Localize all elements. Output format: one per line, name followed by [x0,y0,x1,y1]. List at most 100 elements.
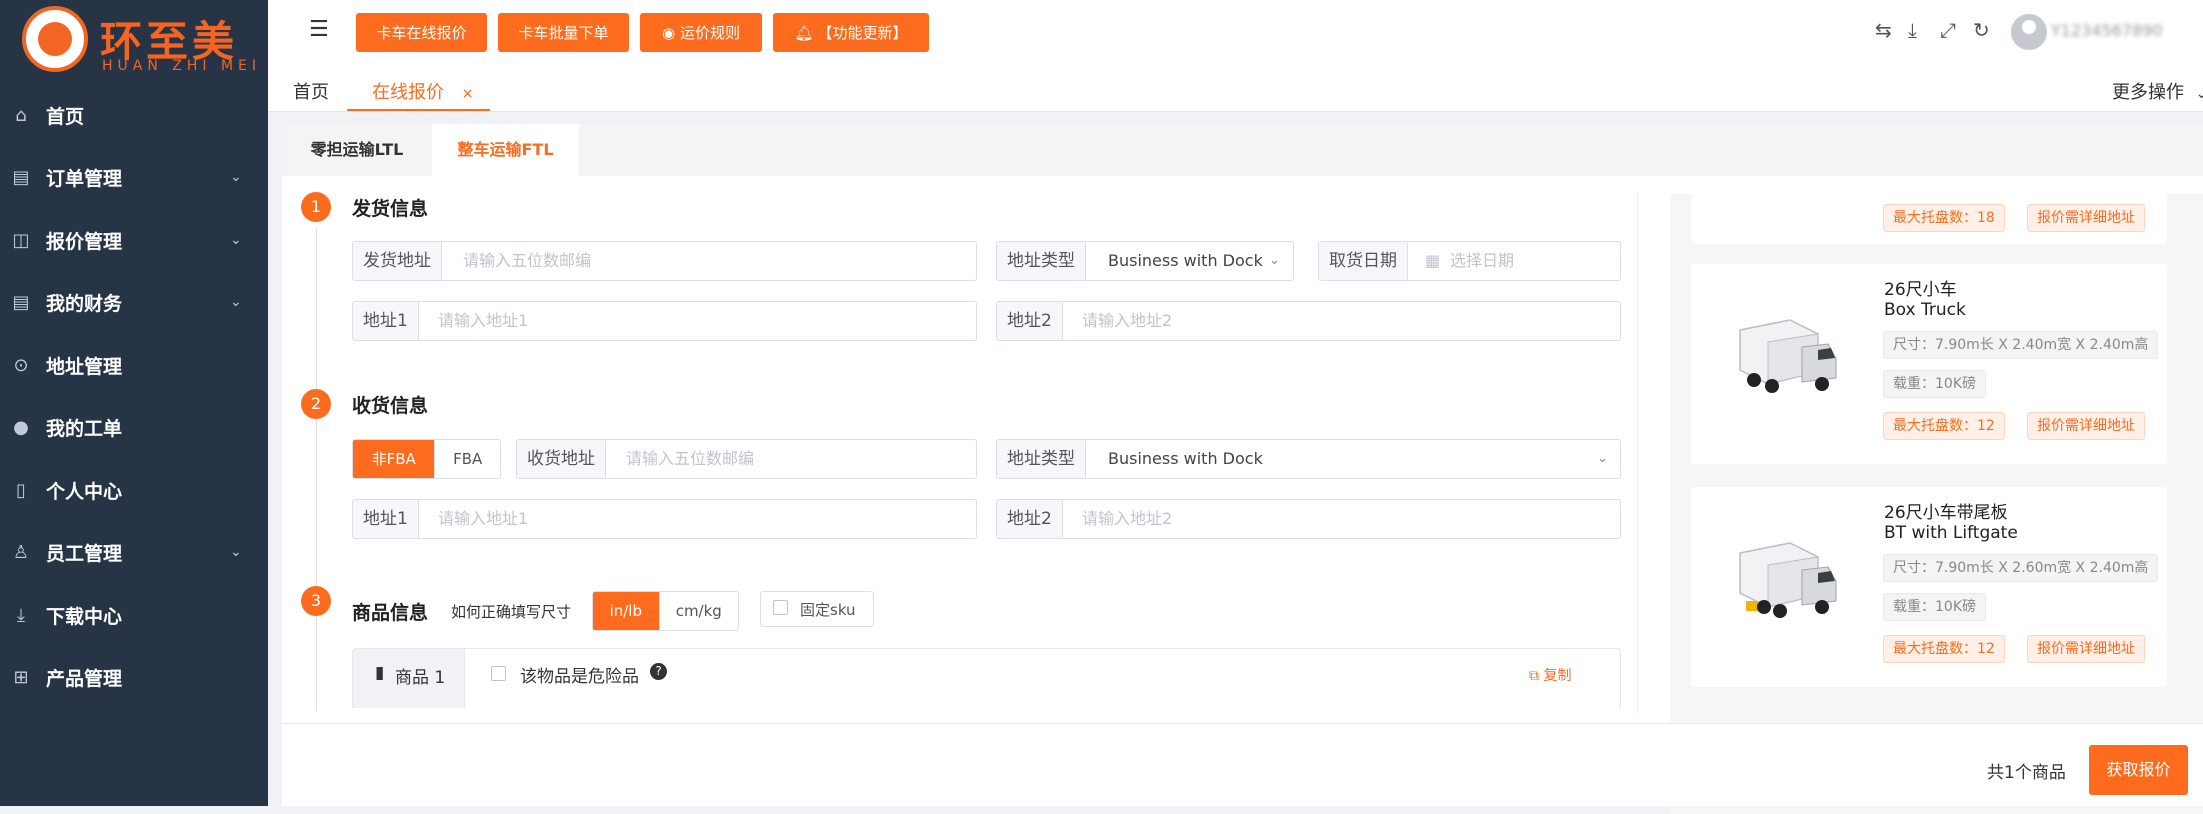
eye-icon: ◉ [661,23,676,42]
home-icon: ⌂ [15,104,27,126]
truck-online-quote-button[interactable]: 卡车在线报价 [356,13,487,52]
tab-online-quote-label: 在线报价 [372,82,444,103]
detail-address-tag: 报价需详细地址 [2027,635,2145,663]
truck-card[interactable]: 最大托盘数：18 报价需详细地址 [1691,194,2167,244]
recv-address2-field[interactable]: 地址2 请输入地址2 [996,499,1621,539]
sidebar-item-address[interactable]: ⊙ 地址管理 [0,335,268,395]
dangerous-goods-checkbox[interactable] [491,666,506,681]
step-connector [316,622,317,712]
sidebar-item-profile[interactable]: ▯ 个人中心 [0,460,268,520]
fullscreen-icon[interactable]: ⤢ [1940,18,1956,42]
step-number: 2 [301,389,331,419]
book-icon: ◫ [12,229,30,251]
truck-card[interactable]: 26尺小车 Box Truck 尺寸：7.90m长 X 2.40m宽 X 2.4… [1691,264,2167,464]
recv-address-type-select[interactable]: 地址类型 Business with Dock ⌄ [996,439,1621,479]
tab-home[interactable]: 首页 [293,78,329,104]
ship-address-type-select[interactable]: 地址类型 Business with Dock ⌄ [996,241,1294,281]
translate-icon[interactable]: ⇆ [1875,18,1892,42]
unit-cm-kg[interactable]: cm/kg [658,592,738,630]
sidebar-item-downloads[interactable]: ⤓ 下载中心 [0,585,268,645]
recv-zip-field[interactable]: 收货地址 请输入五位数邮编 [516,439,977,479]
ship-address2-input[interactable]: 请输入地址2 [1082,302,1172,340]
select-value: Business with Dock [1108,251,1263,270]
fixed-sku-label: 固定sku [800,601,856,619]
active-tab-indicator [347,109,490,111]
pickup-date-field[interactable]: 取货日期 ▦ 选择日期 [1318,241,1621,281]
freight-rules-label: 运价规则 [680,24,741,42]
recv-address1-input[interactable]: 请输入地址1 [438,500,528,538]
section-title-goods: 商品信息 [352,602,429,624]
max-pallets-tag: 最大托盘数：12 [1883,635,2005,663]
chevron-down-icon: ⌄ [1597,451,1608,466]
truck-size-tag: 尺寸：7.90m长 X 2.40m宽 X 2.40m高 [1883,331,2159,359]
sidebar-item-tickets[interactable]: ● 我的工单 [0,397,268,457]
fba-option[interactable]: FBA [434,440,500,478]
fba-toggle[interactable]: 非FBA FBA [352,439,501,479]
chevron-down-icon: ⌄ [230,544,242,560]
truck-name-cn: 26尺小车带尾板 [1884,503,2008,523]
max-pallets-tag: 最大托盘数：12 [1883,412,2005,440]
product-icon: ⊞ [13,666,29,688]
field-label: 收货地址 [517,440,606,478]
tab-online-quote[interactable]: 在线报价 × [372,78,473,104]
unit-toggle[interactable]: in/lb cm/kg [592,591,739,631]
hamburger-icon[interactable]: ☰ [309,19,329,41]
box-truck-image [1739,319,1837,393]
sidebar-item-label: 订单管理 [46,167,123,190]
feature-update-button[interactable]: 🔔︎ 【功能更新】 [773,13,929,52]
truck-card[interactable]: 26尺小车带尾板 BT with Liftgate 尺寸：7.90m长 X 2.… [1691,487,2167,687]
refresh-icon[interactable]: ↻ [1973,18,1990,42]
location-icon: ⊙ [13,354,29,376]
max-pallets-tag: 最大托盘数：18 [1883,204,2005,232]
download-icon[interactable]: ⤓ [1908,18,1917,42]
ship-address1-field[interactable]: 地址1 请输入地址1 [352,301,977,341]
ship-address1-input[interactable]: 请输入地址1 [438,302,528,340]
field-label: 发货地址 [353,242,442,280]
brand-logo[interactable]: 环至美 HUAN ZHI MEI [22,6,256,76]
sidebar-item-staff[interactable]: ♙ 员工管理 ⌄ [0,522,268,582]
sidebar-item-finance[interactable]: ▤ 我的财务 ⌄ [0,272,268,332]
detail-address-tag: 报价需详细地址 [2027,412,2145,440]
pickup-date-input[interactable]: 选择日期 [1450,242,1514,280]
download-icon: ⤓ [17,604,25,626]
recv-address1-field[interactable]: 地址1 请输入地址1 [352,499,977,539]
ship-zip-field[interactable]: 发货地址 请输入五位数邮编 [352,241,977,281]
username[interactable]: Y1234567890 [2051,21,2163,40]
page-tabs: 首页 在线报价 × 更多操作 ⌄ [268,66,2203,112]
sidebar-item-orders[interactable]: ▤ 订单管理 ⌄ [0,147,268,207]
sidebar-item-quotes[interactable]: ◫ 报价管理 ⌄ [0,210,268,270]
sidebar-item-label: 个人中心 [46,480,123,503]
recv-zip-input[interactable]: 请输入五位数邮编 [626,440,754,478]
dimension-help-link[interactable]: 如何正确填写尺寸 [451,601,571,622]
fixed-sku-checkbox[interactable]: 固定sku [760,591,874,627]
help-icon[interactable]: ? [650,663,667,680]
checkbox[interactable] [773,600,788,615]
tab-ltl[interactable]: 零担运输LTL [282,124,432,176]
select-value: Business with Dock [1108,449,1263,468]
freight-rules-button[interactable]: ◉ 运价规则 [640,13,762,52]
footer-bar [282,724,2203,806]
recv-address2-input[interactable]: 请输入地址2 [1082,500,1172,538]
sidebar-item-home[interactable]: ⌂ 首页 [0,85,268,145]
more-actions-dropdown[interactable]: 更多操作 ⌄ [2112,78,2203,104]
feature-update-label: 【功能更新】 [817,24,908,42]
field-label: 地址1 [353,302,419,340]
field-label: 地址类型 [997,242,1086,280]
calendar-icon: ▦ [1425,251,1441,270]
truck-load-tag: 载重：10K磅 [1883,370,1986,398]
get-quote-button[interactable]: 获取报价 [2089,745,2188,795]
sidebar-item-products[interactable]: ⊞ 产品管理 [0,647,268,707]
ship-address2-field[interactable]: 地址2 请输入地址2 [996,301,1621,341]
non-fba-option[interactable]: 非FBA [353,440,435,478]
tab-ftl[interactable]: 整车运输FTL [432,124,579,176]
avatar[interactable] [2011,14,2047,50]
step-number: 3 [301,586,331,616]
ship-zip-input[interactable]: 请输入五位数邮编 [463,242,591,280]
item-tab-1[interactable]: ▮ 商品 1 [353,649,465,708]
close-icon[interactable]: × [462,86,474,102]
truck-batch-order-button[interactable]: 卡车批量下单 [498,13,629,52]
copy-button[interactable]: ⧉ 复制 [1529,665,1571,685]
bell-icon: 🔔︎ [794,23,814,42]
sidebar-item-label: 地址管理 [46,355,123,378]
unit-in-lb[interactable]: in/lb [593,592,659,630]
